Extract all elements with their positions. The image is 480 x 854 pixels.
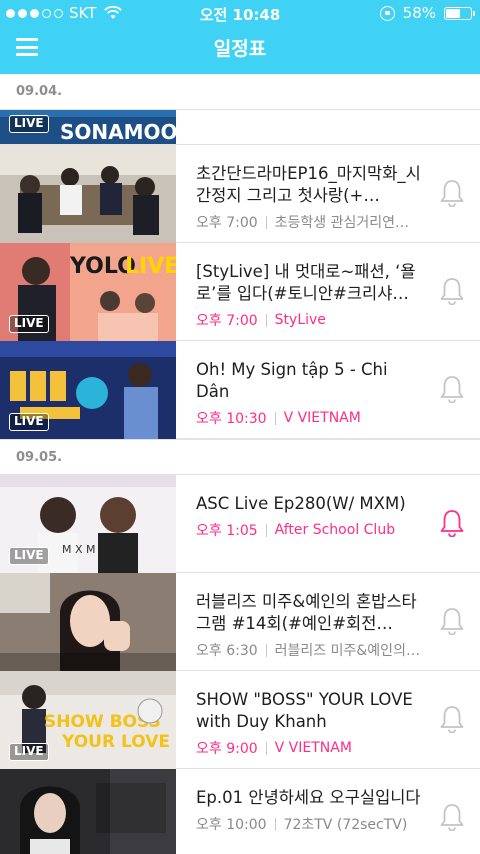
item-time: 오후 7:00	[196, 313, 258, 329]
svg-text:YOUR LOVE: YOUR LOVE	[61, 732, 170, 752]
item-meta: 오후 9:00 V VIETNAM	[196, 738, 424, 758]
item-channel: 러블리즈 미주&예인의…	[274, 643, 420, 659]
rotation-lock-icon	[379, 5, 395, 21]
list-item[interactable]: LIVE Oh! My Sign tập 5 - Chi Dân 오후 10:3…	[0, 341, 480, 439]
item-meta: 오후 6:30 러블리즈 미주&예인의…	[196, 640, 424, 660]
item-meta: 오후 1:05 After School Club	[196, 520, 424, 540]
date-header: 09.04.	[0, 74, 480, 110]
schedule-list[interactable]: 09.04. SONAMOO LIVE 초간단드라마EP16_마지막화_시간정지…	[0, 74, 480, 854]
bell-icon[interactable]	[440, 607, 464, 635]
battery-icon	[444, 6, 475, 20]
item-title: 러블리즈 미주&예인의 혼밥스타그램 #14회(#예인#회전…	[196, 592, 417, 633]
item-info: 초간단드라마EP16_마지막화_시간정지 그리고 첫사랑(+… 오후 7:00 초…	[196, 163, 424, 232]
item-meta: 오후 7:00 초등학생 관심거리연…	[196, 212, 424, 232]
date-header: 09.05.	[0, 439, 480, 475]
app-header: SKT 오전 10:48 58% 일정표	[0, 0, 480, 74]
item-title: ASC Live Ep280(W/ MXM)	[196, 494, 406, 513]
item-title: Oh! My Sign tập 5 - Chi Dân	[196, 360, 388, 401]
list-item[interactable]: M X M LIVE ASC Live Ep280(W/ MXM) 오후 1:0…	[0, 475, 480, 573]
thumbnail: YOLO LIVE LIVE	[0, 243, 176, 341]
item-title: Ep.01 안녕하세요 오구실입니다	[196, 788, 421, 807]
item-title: [StyLive] 내 멋대로~패션, ‘욜로’를 입다(#토니안#크리샤…	[196, 262, 416, 303]
thumbnail: SHOW BOSS YOUR LOVE LIVE	[0, 671, 176, 769]
status-right: 58%	[379, 4, 475, 22]
bell-icon-active[interactable]	[440, 509, 464, 537]
live-badge: LIVE	[9, 743, 49, 761]
item-info: ASC Live Ep280(W/ MXM) 오후 1:05 After Scho…	[196, 493, 424, 540]
item-channel: After School Club	[274, 522, 396, 538]
item-meta: 오후 7:00 StyLive	[196, 310, 424, 330]
status-bar: SKT 오전 10:48 58%	[0, 0, 480, 26]
item-info: SHOW "BOSS" YOUR LOVE with Duy Khanh 오후 …	[196, 689, 424, 758]
item-time: 오후 1:05	[196, 523, 258, 539]
list-item[interactable]: Ep.01 안녕하세요 오구실입니다 오후 10:00 72초TV (72secT…	[0, 769, 480, 854]
item-info: [StyLive] 내 멋대로~패션, ‘욜로’를 입다(#토니안#크리샤… 오…	[196, 261, 424, 330]
live-badge: LIVE	[9, 115, 49, 133]
bell-icon[interactable]	[440, 803, 464, 831]
thumbnail	[0, 769, 176, 854]
page-title: 일정표	[213, 38, 267, 60]
item-channel: 72초TV (72secTV)	[283, 817, 408, 833]
item-time: 오후 10:30	[196, 411, 267, 427]
partial-list-item[interactable]: SONAMOO LIVE	[0, 110, 480, 145]
item-channel: V VIETNAM	[283, 410, 361, 426]
thumbnail	[0, 573, 176, 671]
item-info: Ep.01 안녕하세요 오구실입니다 오후 10:00 72초TV (72secT…	[196, 787, 424, 834]
list-item[interactable]: YOLO LIVE LIVE [StyLive] 내 멋대로~패션, ‘욜로’를…	[0, 243, 480, 341]
list-item[interactable]: 러블리즈 미주&예인의 혼밥스타그램 #14회(#예인#회전… 오후 6:30 러…	[0, 573, 480, 671]
battery-percent: 58%	[402, 4, 436, 22]
item-time: 오후 7:00	[196, 215, 258, 231]
live-badge: LIVE	[9, 547, 49, 565]
item-info: 러블리즈 미주&예인의 혼밥스타그램 #14회(#예인#회전… 오후 6:30 러…	[196, 591, 424, 660]
thumbnail: SONAMOO LIVE	[0, 110, 176, 144]
bell-icon[interactable]	[440, 179, 464, 207]
bell-icon[interactable]	[440, 705, 464, 733]
item-channel: 초등학생 관심거리연…	[274, 215, 410, 231]
item-meta: 오후 10:30 V VIETNAM	[196, 408, 424, 428]
item-time: 오후 9:00	[196, 741, 258, 757]
live-badge: LIVE	[9, 315, 49, 333]
item-title: SHOW "BOSS" YOUR LOVE with Duy Khanh	[196, 690, 413, 731]
thumbnail: LIVE	[0, 341, 176, 439]
live-badge: LIVE	[9, 413, 49, 431]
list-item[interactable]: 초간단드라마EP16_마지막화_시간정지 그리고 첫사랑(+… 오후 7:00 초…	[0, 145, 480, 243]
nav-bar: 일정표	[0, 26, 480, 70]
item-channel: StyLive	[274, 312, 326, 328]
svg-text:SONAMOO: SONAMOO	[60, 120, 176, 144]
item-meta: 오후 10:00 72초TV (72secTV)	[196, 814, 424, 834]
bell-icon[interactable]	[440, 277, 464, 305]
thumbnail: M X M LIVE	[0, 475, 176, 573]
item-info: Oh! My Sign tập 5 - Chi Dân 오후 10:30 V VI…	[196, 359, 424, 428]
bell-icon[interactable]	[440, 375, 464, 403]
svg-text:M X M: M X M	[62, 543, 96, 556]
list-item[interactable]: SHOW BOSS YOUR LOVE LIVE SHOW "BOSS" YOU…	[0, 671, 480, 769]
svg-text:LIVE: LIVE	[125, 254, 176, 279]
item-title: 초간단드라마EP16_마지막화_시간정지 그리고 첫사랑(+…	[196, 164, 421, 205]
thumbnail	[0, 145, 176, 243]
item-channel: V VIETNAM	[274, 740, 352, 756]
item-time: 오후 6:30	[196, 643, 258, 659]
item-time: 오후 10:00	[196, 817, 267, 833]
